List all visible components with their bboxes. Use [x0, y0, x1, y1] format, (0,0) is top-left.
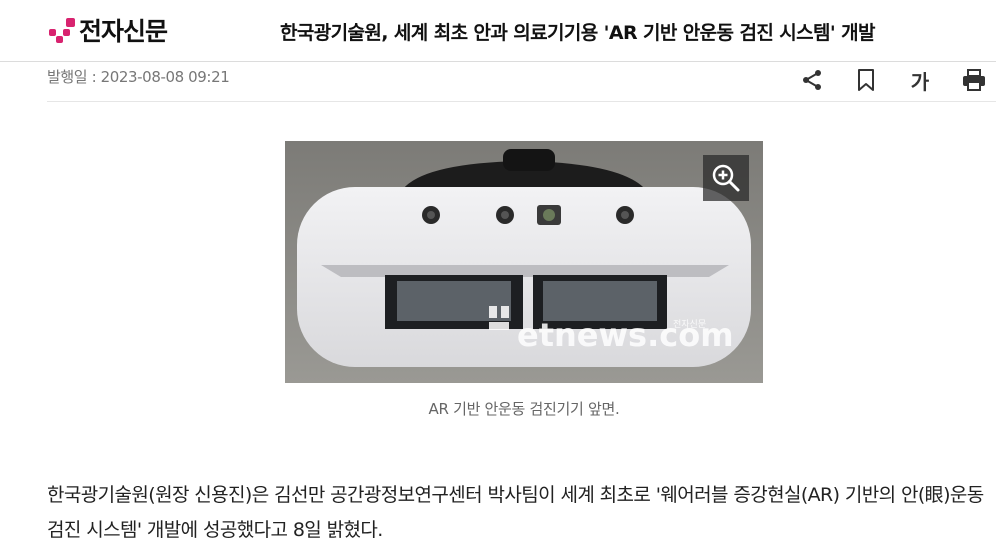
article-photo[interactable]: etnews.com 전자신문 — [285, 141, 763, 383]
publish-date: 발행일 : 2023-08-08 09:21 — [47, 68, 230, 86]
print-icon — [963, 69, 985, 91]
print-button[interactable] — [960, 66, 988, 94]
zoom-in-icon — [712, 164, 740, 192]
article-meta: 발행일 : 2023-08-08 09:21 가 — [47, 62, 996, 102]
article-headline: 한국광기술원, 세계 최초 안과 의료기기용 'AR 기반 안운동 검진 시스템… — [280, 22, 875, 44]
logo-mark-icon — [47, 16, 75, 44]
photo-caption: AR 기반 안운동 검진기기 앞면. — [428, 400, 620, 418]
site-logo[interactable]: 전자신문 — [47, 10, 168, 50]
article-toolbar: 가 — [772, 66, 988, 94]
share-icon — [803, 70, 821, 90]
font-size-icon: 가 — [910, 69, 930, 94]
zoom-in-button[interactable] — [703, 155, 749, 201]
article-paragraph: 한국광기술원(원장 신용진)은 김선만 공간광정보연구센터 박사팀이 세계 최초… — [47, 484, 984, 541]
font-size-button[interactable]: 가 — [906, 66, 934, 94]
share-button[interactable] — [798, 66, 826, 94]
watermark-subtext: 전자신문 — [673, 319, 706, 330]
site-header: 전자신문 한국광기술원, 세계 최초 안과 의료기기용 'AR 기반 안운동 검… — [0, 0, 996, 62]
logo-text: 전자신문 — [79, 17, 168, 46]
bookmark-icon — [858, 69, 874, 91]
bookmark-button[interactable] — [852, 66, 880, 94]
ar-device-image: etnews.com 전자신문 — [285, 141, 763, 383]
